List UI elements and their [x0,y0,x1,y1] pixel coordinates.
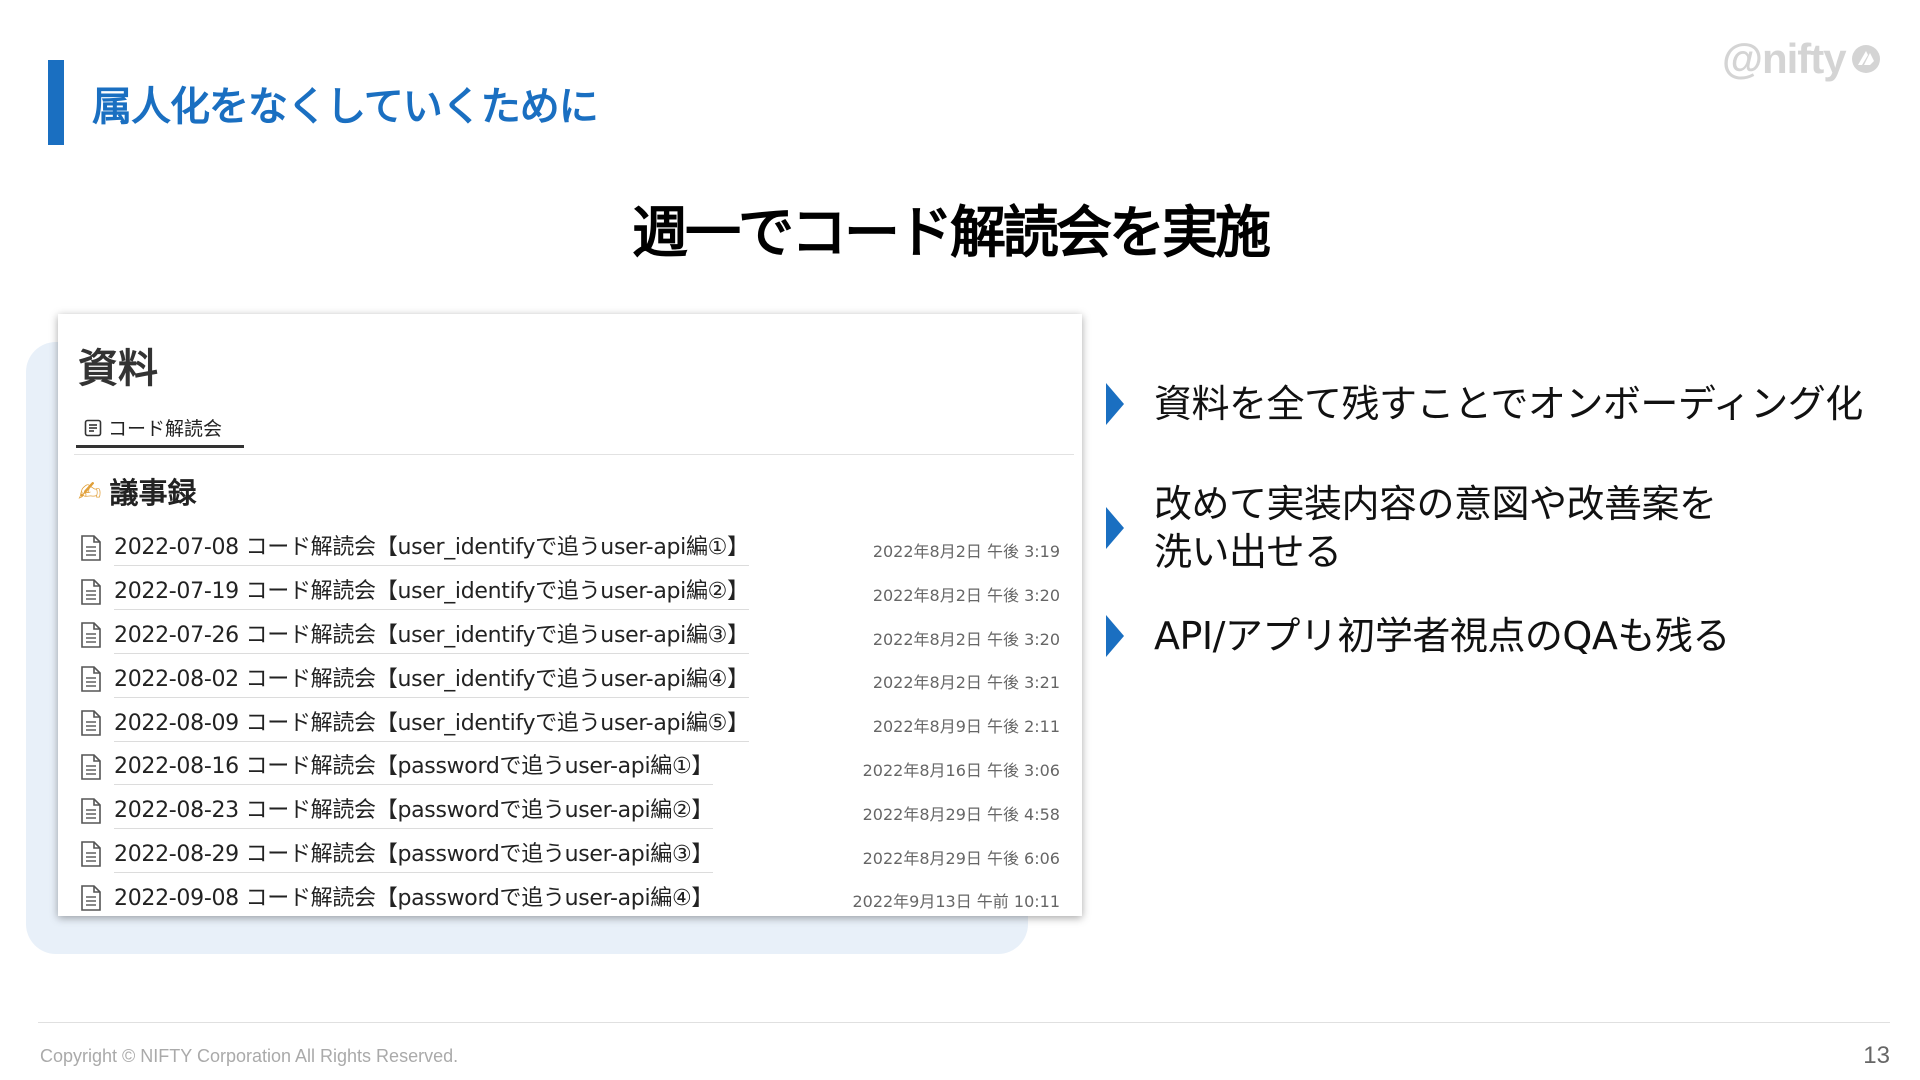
list-item[interactable]: 2022-09-08 コード解読会【passwordで追うuser-api編④】… [76,876,1068,916]
list-item[interactable]: 2022-07-08 コード解読会【user_identifyで追うuser-a… [76,526,1068,570]
section-title: 属人化をなくしていくために [92,84,599,130]
list-item-date: 2022年8月2日 午後 3:20 [872,585,1060,605]
bullet-item: API/アプリ初学者視点のQAも残る [1106,612,1730,660]
list-item[interactable]: 2022-08-23 コード解読会【passwordで追うuser-api編②】… [76,789,1068,833]
tab-code-reading[interactable]: コード解読会 [76,410,244,448]
list-item-title[interactable]: 2022-07-08 コード解読会【user_identifyで追うuser-a… [114,529,749,567]
list-item[interactable]: 2022-07-26 コード解読会【user_identifyで追うuser-a… [76,614,1068,658]
copyright-text: Copyright © NIFTY Corporation All Rights… [40,1046,459,1066]
list-item-title[interactable]: 2022-08-09 コード解読会【user_identifyで追うuser-a… [114,705,749,742]
list-item[interactable]: 2022-07-19 コード解読会【user_identifyで追うuser-a… [76,570,1068,614]
bullet-text-line: 改めて実装内容の意図や改善案を [1154,482,1717,526]
list-item-date: 2022年8月29日 午後 6:06 [862,848,1060,868]
document-icon [81,885,101,912]
list-item[interactable]: 2022-08-02 コード解読会【user_identifyで追うuser-a… [76,657,1068,701]
list-item-date: 2022年8月2日 午後 3:20 [872,629,1060,649]
list-item-title[interactable]: 2022-09-08 コード解読会【passwordで追うuser-api編④】 [114,880,713,916]
page-number: 13 [1863,1042,1890,1069]
list-item-title[interactable]: 2022-08-16 コード解読会【passwordで追うuser-api編①】 [114,748,713,786]
section-accent-bar [48,60,64,145]
list-item-date: 2022年8月2日 午後 3:19 [872,542,1060,561]
list-item[interactable]: 2022-08-09 コード解読会【user_identifyで追うuser-a… [76,701,1068,745]
list-item[interactable]: 2022-08-29 コード解読会【passwordで追うuser-api編③】… [76,833,1068,877]
slide-headline: 週一でコード解読会を実施 [632,201,1271,266]
bullet-item: 資料を全て残すことでオンボーディング化 [1106,380,1863,428]
page-title: 資料 [78,346,158,392]
document-icon [81,666,101,693]
footer-divider [38,1022,1890,1023]
list-item-title[interactable]: 2022-08-23 コード解読会【passwordで追うuser-api編②】 [114,792,713,830]
list-item-title[interactable]: 2022-07-19 コード解読会【user_identifyで追うuser-a… [114,573,749,611]
minutes-heading-label: 議事録 [109,476,197,510]
tab-label: コード解読会 [108,418,223,440]
minutes-list: 2022-07-08 コード解読会【user_identifyで追うuser-a… [76,526,1068,916]
list-item-title[interactable]: 2022-07-26 コード解読会【user_identifyで追うuser-a… [114,617,749,654]
nifty-logo: @nifty [1722,34,1892,84]
list-item-title[interactable]: 2022-08-29 コード解読会【passwordで追うuser-api編③】 [114,836,713,873]
list-item-date: 2022年9月13日 午前 10:11 [852,892,1060,912]
triangle-bullet-icon [1106,507,1124,549]
bullet-text: 改めて実装内容の意図や改善案を 洗い出せる [1154,480,1717,576]
minutes-heading: ✍ 議事録 [78,470,196,512]
list-item-date: 2022年8月16日 午後 3:06 [862,760,1060,780]
list-item-date: 2022年8月29日 午後 4:58 [862,804,1060,824]
document-icon [81,754,101,780]
writing-hand-icon: ✍ [78,474,102,508]
bullet-item: 改めて実装内容の意図や改善案を 洗い出せる [1106,480,1717,576]
list-item-date: 2022年8月2日 午後 3:21 [872,673,1060,693]
list-item-date: 2022年8月9日 午後 2:11 [872,717,1060,737]
bullet-text-line: 洗い出せる [1154,530,1342,574]
list-view-icon [84,419,102,436]
document-icon [81,710,101,736]
bullet-text: API/アプリ初学者視点のQAも残る [1154,614,1730,658]
document-icon [81,841,101,868]
bullet-text: 資料を全て残すことでオンボーディング化 [1154,382,1863,426]
notion-page-screenshot: 資料 コード解読会 ✍ 議事録 2022-07-08 コード解読会【user_i… [58,314,1082,916]
list-item[interactable]: 2022-08-16 コード解読会【passwordで追うuser-api編①】… [76,745,1068,789]
document-icon [81,535,101,561]
logo-mark-icon [1851,45,1880,73]
document-icon [81,578,101,605]
list-item-title[interactable]: 2022-08-02 コード解読会【user_identifyで追うuser-a… [114,661,749,698]
tab-divider [74,454,1074,455]
logo-text: @nifty [1722,35,1847,82]
document-icon [81,622,101,649]
triangle-bullet-icon [1106,615,1124,657]
document-icon [81,797,101,824]
triangle-bullet-icon [1106,383,1124,425]
